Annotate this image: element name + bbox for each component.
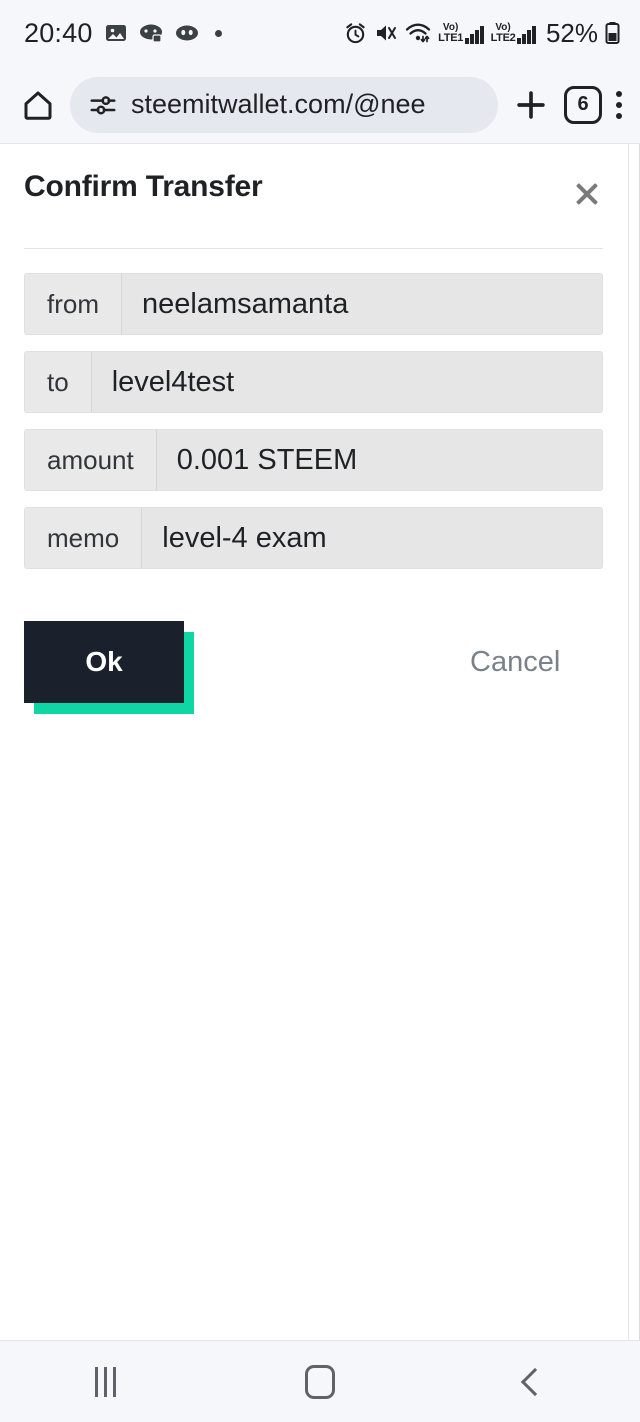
new-tab-plus-icon[interactable]: [512, 86, 550, 124]
page-title: Confirm Transfer: [24, 170, 263, 203]
sim2-volte-label: Vo) LTE2: [490, 21, 516, 44]
url-text: steemitwallet.com/@nee: [131, 89, 426, 119]
sim1-bars-icon: [465, 25, 484, 44]
home-square-icon[interactable]: [305, 1364, 336, 1399]
browser-toolbar: steemitwallet.com/@nee 6: [0, 66, 640, 144]
status-time: 20:40: [24, 17, 93, 48]
status-bar-right: Vo) LTE1 Vo) LTE2 52%: [344, 18, 620, 49]
phone-screen: 20:40 Vo) LTE1 Vo) LTE2 52% steemitwalle…: [0, 0, 640, 1422]
field-memo-label: memo: [25, 508, 143, 568]
battery-percent: 52%: [545, 17, 598, 48]
status-bar-left: 20:40: [24, 18, 222, 49]
gallery-icon: [104, 21, 128, 45]
home-icon[interactable]: [20, 87, 56, 123]
status-bar: 20:40 Vo) LTE1 Vo) LTE2 52%: [0, 0, 640, 66]
wifi-icon: [405, 22, 431, 44]
confirm-button-wrapper: Ok: [24, 621, 194, 714]
back-chevron-icon[interactable]: [520, 1367, 550, 1396]
cancel-button[interactable]: Cancel: [470, 646, 560, 679]
battery-icon: [605, 21, 620, 45]
tab-count-label: 6: [577, 93, 589, 115]
field-amount: amount 0.001 STEEM: [24, 429, 603, 491]
field-to: to level4test: [24, 351, 603, 413]
field-from-value: neelamsamanta: [122, 274, 602, 334]
field-memo: memo level-4 exam: [24, 507, 603, 569]
tab-counter-button[interactable]: 6: [564, 85, 602, 124]
header-divider: [24, 248, 603, 249]
android-nav-bar: [0, 1340, 640, 1422]
field-memo-value: level-4 exam: [142, 508, 602, 568]
url-bar[interactable]: steemitwallet.com/@nee: [70, 76, 498, 133]
dot-indicator-icon: [214, 29, 222, 37]
field-amount-value: 0.001 STEEM: [156, 430, 602, 490]
dialog-header: Confirm Transfer: [24, 170, 603, 216]
sim1-volte-label: Vo) LTE1: [438, 21, 464, 44]
field-amount-label: amount: [25, 430, 157, 490]
field-from-label: from: [25, 274, 122, 334]
close-icon[interactable]: [565, 172, 609, 216]
dialog-actions: Ok Cancel: [24, 621, 603, 714]
recents-icon[interactable]: [94, 1366, 116, 1397]
field-from: from neelamsamanta: [24, 273, 603, 335]
sim1-signal: Vo) LTE1: [438, 21, 484, 44]
alarm-icon: [344, 22, 367, 45]
field-to-label: to: [25, 352, 92, 412]
discord-icon: [175, 23, 200, 43]
page-info-tune-icon[interactable]: [88, 90, 118, 120]
page-scrollbar[interactable]: [628, 144, 639, 1340]
confirm-transfer-dialog: Confirm Transfer from neelamsamanta to l…: [0, 144, 639, 714]
web-page: Confirm Transfer from neelamsamanta to l…: [0, 144, 640, 1340]
field-to-value: level4test: [91, 352, 602, 412]
sim2-signal: Vo) LTE2: [490, 21, 536, 44]
volume-mute-icon: [374, 22, 398, 44]
confirm-ok-button[interactable]: Ok: [24, 621, 184, 703]
more-vertical-icon[interactable]: [616, 90, 622, 119]
sim2-bars-icon: [517, 25, 536, 44]
game-controller-icon: [139, 23, 164, 43]
